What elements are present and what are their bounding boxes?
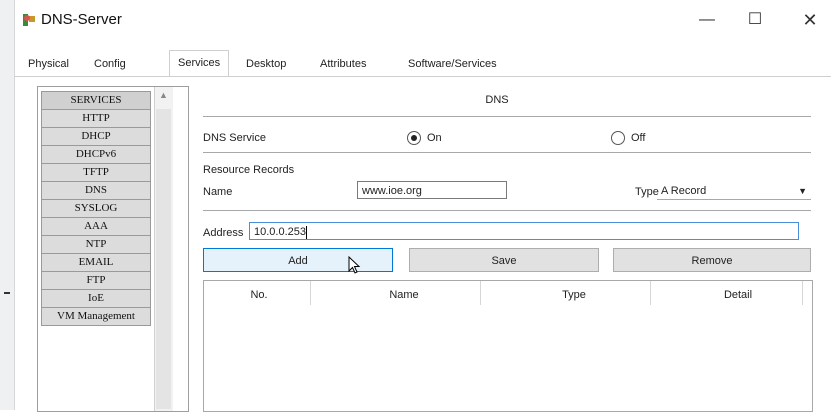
type-select-value: A Record (661, 185, 707, 197)
tab-desktop[interactable]: Desktop (237, 52, 295, 76)
tab-divider (15, 76, 831, 77)
services-scrollbar[interactable]: ▲ (154, 87, 173, 411)
on-label: On (427, 132, 442, 144)
records-table[interactable]: No. Name Type Detail (203, 280, 813, 412)
radio-selected-dot (411, 135, 417, 141)
column-separator (650, 281, 651, 305)
off-label: Off (631, 132, 646, 144)
scroll-thumb[interactable] (156, 109, 171, 409)
text-caret (306, 225, 307, 239)
divider (203, 152, 811, 153)
chevron-down-icon: ▼ (798, 186, 807, 196)
service-item-vm-management[interactable]: VM Management (41, 307, 151, 326)
tab-attributes[interactable]: Attributes (311, 52, 375, 76)
service-item-http[interactable]: HTTP (41, 109, 151, 128)
title-bar[interactable]: DNS-Server — ☐ ✕ (15, 0, 831, 40)
mouse-pointer-icon (347, 255, 363, 276)
off-radio[interactable] (611, 131, 625, 145)
section-title: DNS (485, 94, 509, 106)
name-label: Name (203, 186, 233, 198)
save-button[interactable]: Save (409, 248, 599, 272)
maximize-button[interactable]: ☐ (735, 8, 775, 32)
services-list: SERVICES HTTP DHCP DHCPv6 TFTP DNS SYSLO… (41, 91, 151, 326)
col-header-name: Name (389, 289, 419, 301)
service-item-dhcpv6[interactable]: DHCPv6 (41, 145, 151, 164)
service-item-syslog[interactable]: SYSLOG (41, 199, 151, 218)
desktop-edge (0, 0, 14, 410)
edge-mark (4, 292, 10, 294)
tab-config[interactable]: Config (85, 52, 135, 76)
service-item-ftp[interactable]: FTP (41, 271, 151, 290)
scroll-up-icon[interactable]: ▲ (159, 90, 168, 100)
address-input[interactable]: 10.0.0.253 (249, 222, 799, 240)
service-item-ioe[interactable]: IoE (41, 289, 151, 308)
dns-server-icon (21, 12, 37, 28)
service-item-dhcp[interactable]: DHCP (41, 127, 151, 146)
service-item-tftp[interactable]: TFTP (41, 163, 151, 182)
col-header-no: No. (250, 289, 268, 301)
service-item-ntp[interactable]: NTP (41, 235, 151, 254)
col-header-detail: Detail (723, 289, 753, 301)
address-label: Address (203, 227, 244, 239)
minimize-button[interactable]: — (687, 8, 727, 32)
column-separator (310, 281, 311, 305)
tab-bar: Physical Config Services Desktop Attribu… (15, 50, 831, 77)
services-header: SERVICES (41, 91, 151, 110)
service-item-aaa[interactable]: AAA (41, 217, 151, 236)
divider (203, 210, 811, 211)
divider (203, 116, 811, 117)
on-radio[interactable] (407, 131, 421, 145)
type-select[interactable]: A Record ▼ (657, 182, 811, 200)
close-button[interactable]: ✕ (790, 8, 830, 32)
type-label: Type (635, 186, 659, 198)
column-separator (802, 281, 803, 305)
remove-button[interactable]: Remove (613, 248, 811, 272)
add-button[interactable]: Add (203, 248, 393, 272)
address-value: 10.0.0.253 (254, 226, 306, 238)
dns-config-area: DNS DNS Service On Off Resource Records … (187, 86, 827, 412)
services-panel: SERVICES HTTP DHCP DHCPv6 TFTP DNS SYSLO… (37, 86, 189, 412)
tab-services[interactable]: Services (169, 50, 230, 77)
service-item-dns[interactable]: DNS (41, 181, 151, 200)
name-input[interactable]: www.ioe.org (357, 181, 507, 199)
resource-records-label: Resource Records (203, 164, 295, 176)
col-header-type: Type (562, 289, 586, 301)
tab-software-services[interactable]: Software/Services (399, 52, 506, 76)
column-separator (480, 281, 481, 305)
dns-service-label: DNS Service (203, 132, 266, 144)
dns-server-window: DNS-Server — ☐ ✕ Physical Config Service… (14, 0, 831, 412)
service-item-email[interactable]: EMAIL (41, 253, 151, 272)
window-title: DNS-Server (41, 11, 122, 28)
tab-physical[interactable]: Physical (19, 52, 78, 76)
